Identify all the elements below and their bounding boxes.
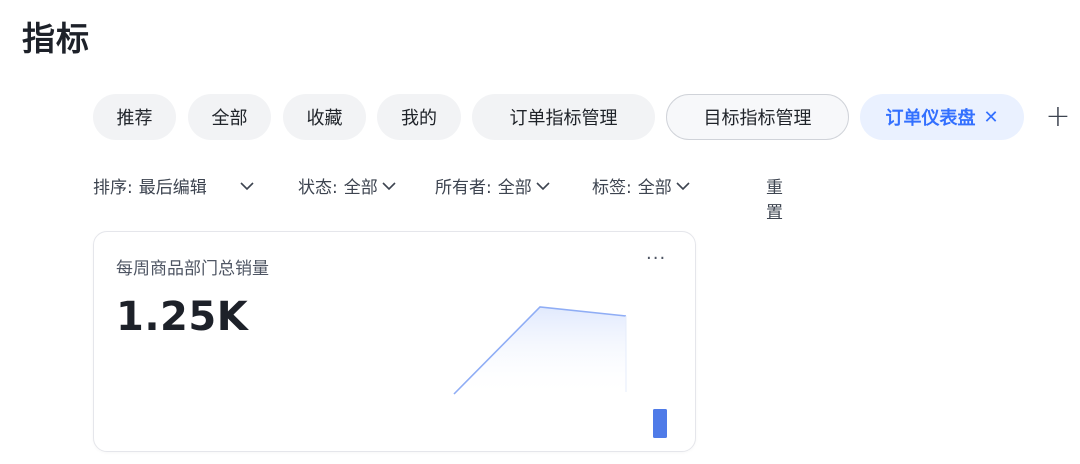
tab-order-dashboard-label: 订单仪表盘 [885,108,976,129]
sort-label: 排序: [93,178,133,198]
chevron-down-icon [676,181,690,190]
tab-order-dashboard[interactable]: 订单仪表盘 ✕ [860,94,1024,140]
status-label: 状态: [298,178,338,198]
plus-icon[interactable]: + [1044,100,1072,134]
chevron-down-icon [382,181,396,190]
tag-label: 标签: [592,178,632,198]
sort-dropdown[interactable]: 排序: 最后编辑 [93,173,255,198]
sparkline-area [454,307,626,397]
tab-target-metrics[interactable]: 目标指标管理 [666,94,849,140]
status-dropdown[interactable]: 状态: 全部 [298,173,397,198]
sort-value: 最后编辑 [138,178,207,198]
tag-value: 全部 [637,178,672,198]
status-value: 全部 [343,178,378,198]
sparkline-chart [453,306,667,438]
reset-button[interactable]: 重置 [766,173,783,223]
tab-mine[interactable]: 我的 [377,94,461,140]
owner-label: 所有者: [435,178,492,198]
tab-order-metrics[interactable]: 订单指标管理 [472,94,655,140]
sparkline-bar [653,409,667,438]
tab-recommended[interactable]: 推荐 [93,94,176,140]
chevron-down-icon [536,181,550,190]
tab-all[interactable]: 全部 [188,94,271,140]
owner-value: 全部 [497,178,532,198]
tag-dropdown[interactable]: 标签: 全部 [592,173,691,198]
owner-dropdown[interactable]: 所有者: 全部 [435,173,551,198]
page-title: 指标 [22,19,90,58]
tab-favorites[interactable]: 收藏 [283,94,366,140]
chevron-down-icon [240,181,254,190]
close-icon[interactable]: ✕ [983,107,998,128]
metric-card[interactable]: 每周商品部门总销量 ··· 1.25K [93,231,696,452]
